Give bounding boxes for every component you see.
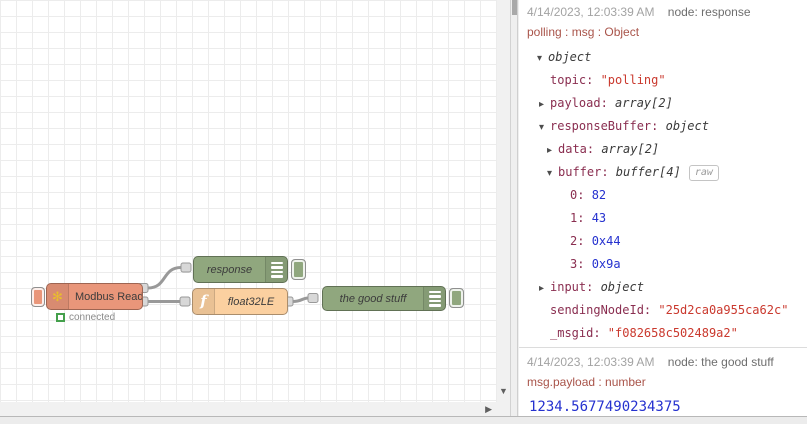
node-label: float32LE — [227, 295, 275, 308]
modbus-status: connected — [56, 312, 115, 323]
bottom-bar — [0, 416, 807, 424]
tree-key: 1: — [570, 211, 592, 225]
debug-tree-row[interactable]: ▾ buffer: buffer[4] raw — [527, 161, 799, 184]
debug-good-stuff-toggle-button[interactable] — [449, 288, 464, 308]
debug-tree-row: sendingNodeId: "25d2ca0a955ca62c" — [527, 299, 799, 322]
port-good-stuff-in[interactable] — [307, 293, 319, 303]
scroll-right-arrow-icon[interactable]: ▶ — [485, 404, 492, 415]
tree-value: object — [600, 280, 644, 294]
expand-triangle-icon[interactable]: ▸ — [547, 139, 558, 162]
collapse-triangle-icon[interactable]: ▾ — [547, 162, 558, 185]
message-timestamp: 4/14/2023, 12:03:39 AM — [527, 355, 655, 369]
message-payload-value: 1234.5677490234375 — [529, 399, 681, 415]
debug-tree-row: 2: 0x44 — [527, 230, 799, 253]
debug-tree-row[interactable]: ▸ input: object — [527, 276, 799, 299]
expand-triangle-icon[interactable]: ▸ — [539, 93, 550, 116]
debug-tree-row[interactable]: ▾ responseBuffer: object — [527, 115, 799, 138]
tree-value: "polling" — [600, 73, 666, 87]
node-function-float32le[interactable]: f float32LE — [192, 288, 288, 315]
message-object-tree: ▾ object topic: "polling" ▸ payload: array[2… — [527, 46, 799, 345]
debug-tree-row: topic: "polling" — [527, 69, 799, 92]
tree-value: "f082658c502489a2" — [607, 326, 738, 340]
expand-triangle-icon[interactable]: ▸ — [539, 277, 550, 300]
tree-key: 2: — [570, 234, 592, 248]
canvas-horizontal-scrollbar[interactable]: ▶ — [0, 402, 510, 417]
node-label: Modbus Read — [75, 290, 143, 303]
tree-value: 82 — [591, 188, 607, 202]
node-label: the good stuff — [339, 292, 407, 305]
debug-message: 4/14/2023, 12:03:39 AM node: the good st… — [519, 348, 807, 416]
raw-toggle-button[interactable]: raw — [688, 165, 719, 181]
tree-key: data: — [558, 142, 602, 156]
tree-key: buffer: — [558, 165, 616, 179]
tree-key: _msgid: — [550, 326, 608, 340]
collapse-triangle-icon[interactable]: ▾ — [537, 47, 548, 70]
wire-modbus-to-response[interactable] — [147, 266, 182, 290]
tree-key: responseBuffer: — [550, 119, 666, 133]
tree-value: object — [665, 119, 709, 133]
message-meta: polling : msg : Object — [527, 25, 640, 39]
tree-key: sendingNodeId: — [550, 303, 659, 317]
debug-tree-row[interactable]: ▾ object — [527, 46, 799, 69]
tree-value: 0x44 — [591, 234, 621, 248]
sidebar-scrollbar-thumb[interactable] — [512, 0, 517, 15]
tree-key: 3: — [570, 257, 592, 271]
tree-value: array[2] — [615, 96, 673, 110]
tree-key: payload: — [550, 96, 616, 110]
wire-function-to-debug[interactable] — [292, 296, 309, 303]
node-modbus-read[interactable]: ✻ Modbus Read — [46, 283, 143, 310]
message-meta: msg.payload : number — [527, 375, 646, 389]
tree-value: 0x9a — [591, 257, 621, 271]
debug-tree-row: 1: 43 — [527, 207, 799, 230]
node-red-editor: ✻ Modbus Read connected response f float… — [0, 0, 807, 424]
debug-tree-row[interactable]: ▸ payload: array[2] — [527, 92, 799, 115]
debug-list-icon — [265, 257, 287, 282]
node-label: response — [206, 263, 253, 276]
wire-layer — [137, 262, 319, 307]
message-source-node: node: response — [667, 5, 751, 19]
canvas-vertical-scrollbar[interactable]: ▼ — [497, 0, 510, 402]
port-function-in[interactable] — [179, 296, 191, 307]
tree-value: "25d2ca0a955ca62c" — [658, 303, 789, 317]
debug-response-toggle-button[interactable] — [291, 259, 306, 280]
flow-canvas[interactable]: ✻ Modbus Read connected response f float… — [0, 0, 497, 402]
modbus-icon: ✻ — [47, 284, 69, 309]
function-icon: f — [193, 289, 215, 314]
tree-value: 43 — [591, 211, 607, 225]
message-source-node: node: the good stuff — [667, 355, 774, 369]
modbus-trigger-button[interactable] — [31, 287, 45, 307]
node-debug-response[interactable]: response — [193, 256, 288, 283]
debug-tree-row: 0: 82 — [527, 184, 799, 207]
status-text: connected — [69, 312, 116, 323]
debug-list-icon — [423, 287, 445, 310]
tree-key: 0: — [570, 188, 592, 202]
scroll-down-arrow-icon[interactable]: ▼ — [499, 386, 508, 396]
tree-key: topic: — [550, 73, 601, 87]
debug-tree-row: _msgid: "f082658c502489a2" — [527, 322, 799, 345]
message-timestamp: 4/14/2023, 12:03:39 AM — [527, 5, 655, 19]
debug-sidebar: 4/14/2023, 12:03:39 AM node: response po… — [519, 0, 807, 416]
status-square-icon — [56, 313, 65, 322]
tree-value: array[2] — [601, 142, 660, 156]
tree-value: buffer[4] — [615, 165, 681, 179]
tree-key: input: — [550, 280, 601, 294]
port-response-in[interactable] — [180, 262, 192, 273]
sidebar-scrollbar[interactable] — [511, 0, 518, 416]
debug-tree-row[interactable]: ▸ data: array[2] — [527, 138, 799, 161]
node-debug-good-stuff[interactable]: the good stuff — [322, 286, 446, 311]
debug-tree-row: 3: 0x9a — [527, 253, 799, 276]
debug-message: 4/14/2023, 12:03:39 AM node: response po… — [519, 0, 807, 348]
collapse-triangle-icon[interactable]: ▾ — [539, 116, 550, 139]
tree-value: object — [548, 50, 592, 64]
